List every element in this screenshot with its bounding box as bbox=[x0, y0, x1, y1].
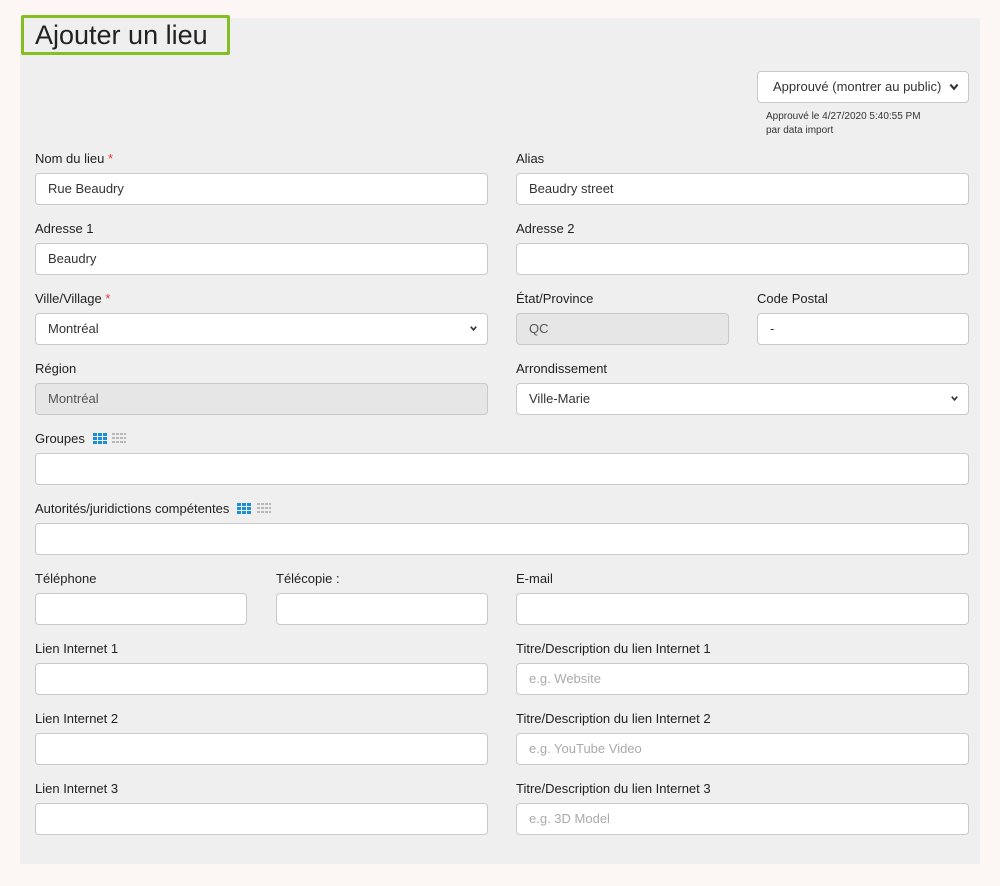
status-select-value: Approuvé (montrer au public) bbox=[773, 79, 942, 94]
lien2-input[interactable] bbox=[35, 733, 488, 765]
adresse1-input[interactable]: Beaudry bbox=[35, 243, 488, 275]
autorites-input[interactable] bbox=[35, 523, 969, 555]
adresse2-input[interactable] bbox=[516, 243, 969, 275]
required-marker: * bbox=[105, 291, 111, 306]
ville-select-value: Montréal bbox=[48, 321, 99, 336]
titre3-label: Titre/Description du lien Internet 3 bbox=[516, 781, 711, 796]
chevron-down-icon bbox=[951, 396, 958, 402]
status-select[interactable]: Approuvé (montrer au public) bbox=[757, 71, 969, 103]
grid-view-icon[interactable] bbox=[237, 503, 251, 514]
telecopie-input[interactable] bbox=[276, 593, 488, 625]
telecopie-label: Télécopie : bbox=[276, 571, 340, 586]
titre1-input[interactable]: e.g. Website bbox=[516, 663, 969, 695]
ville-label: Ville/Village * bbox=[35, 291, 111, 306]
email-input[interactable] bbox=[516, 593, 969, 625]
arrondissement-label: Arrondissement bbox=[516, 361, 608, 376]
page-title: Ajouter un lieu bbox=[21, 15, 230, 55]
lien3-label: Lien Internet 3 bbox=[35, 781, 119, 796]
adresse1-label: Adresse 1 bbox=[35, 221, 94, 236]
lien1-label: Lien Internet 1 bbox=[35, 641, 119, 656]
etat-label: État/Province bbox=[516, 291, 594, 306]
list-view-icon[interactable] bbox=[256, 503, 271, 514]
region-input: Montréal bbox=[35, 383, 488, 415]
alias-input[interactable]: Beaudry street bbox=[516, 173, 969, 205]
email-label: E-mail bbox=[516, 571, 553, 586]
required-marker: * bbox=[108, 151, 114, 166]
chevron-down-icon bbox=[947, 81, 961, 93]
telephone-label: Téléphone bbox=[35, 571, 97, 586]
telephone-input[interactable] bbox=[35, 593, 247, 625]
titre2-label: Titre/Description du lien Internet 2 bbox=[516, 711, 711, 726]
autorites-label: Autorités/juridictions compétentes bbox=[35, 501, 271, 517]
code-postal-input[interactable]: - bbox=[757, 313, 969, 345]
code-postal-label: Code Postal bbox=[757, 291, 828, 306]
lien1-input[interactable] bbox=[35, 663, 488, 695]
titre2-input[interactable]: e.g. YouTube Video bbox=[516, 733, 969, 765]
lien3-input[interactable] bbox=[35, 803, 488, 835]
chevron-down-icon bbox=[470, 326, 477, 332]
alias-label: Alias bbox=[516, 151, 545, 166]
groupes-input[interactable] bbox=[35, 453, 969, 485]
groupes-label: Groupes bbox=[35, 431, 127, 447]
region-label: Région bbox=[35, 361, 77, 376]
lien2-label: Lien Internet 2 bbox=[35, 711, 119, 726]
status-approved-date: Approuvé le 4/27/2020 5:40:55 PM bbox=[766, 111, 921, 122]
adresse2-label: Adresse 2 bbox=[516, 221, 575, 236]
ville-select[interactable]: Montréal bbox=[35, 313, 488, 345]
arrondissement-select[interactable]: Ville-Marie bbox=[516, 383, 969, 415]
nom-label: Nom du lieu * bbox=[35, 151, 114, 166]
grid-view-icon[interactable] bbox=[92, 433, 107, 444]
titre1-label: Titre/Description du lien Internet 1 bbox=[516, 641, 711, 656]
arrondissement-select-value: Ville-Marie bbox=[529, 391, 591, 406]
etat-input: QC bbox=[516, 313, 729, 345]
list-view-icon[interactable] bbox=[112, 433, 127, 444]
titre3-input[interactable]: e.g. 3D Model bbox=[516, 803, 969, 835]
nom-input[interactable]: Rue Beaudry bbox=[35, 173, 488, 205]
status-approved-by: par data import bbox=[766, 125, 834, 136]
